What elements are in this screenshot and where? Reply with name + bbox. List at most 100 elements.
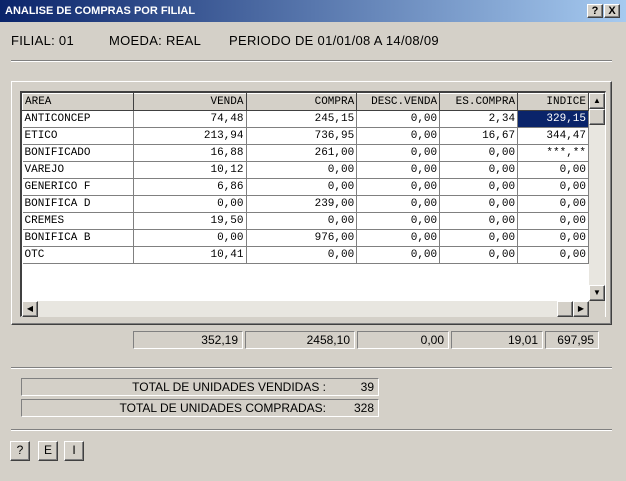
table-row[interactable]: BONIFICA D 0,00 239,00 0,00 0,00 0,00: [22, 195, 589, 213]
cell-compra[interactable]: 245,15: [246, 110, 358, 128]
units-sold-label: TOTAL DE UNIDADES VENDIDAS :: [132, 380, 326, 394]
help-button[interactable]: ?: [10, 441, 30, 461]
moeda-label: MOEDA: REAL: [109, 33, 202, 48]
table-row[interactable]: BONIFICADO 16,88 261,00 0,00 0,00 ***,**: [22, 144, 589, 162]
units-bought-row: TOTAL DE UNIDADES COMPRADAS: 328: [21, 399, 379, 417]
cell-area[interactable]: ANTICONCEP: [22, 110, 134, 128]
cell-indice[interactable]: 0,00: [517, 246, 589, 264]
cell-area[interactable]: VAREJO: [22, 161, 134, 179]
table-row[interactable]: CREMES 19,50 0,00 0,00 0,00 0,00: [22, 212, 589, 230]
horizontal-scrollbar[interactable]: ◀ ▶: [22, 301, 589, 317]
scroll-right-icon[interactable]: ▶: [573, 301, 589, 317]
cell-es-compra[interactable]: 0,00: [439, 161, 519, 179]
filial-label: FILIAL: 01: [11, 33, 74, 48]
total-venda: 352,19: [133, 331, 243, 349]
units-sold-value: 39: [360, 380, 374, 394]
cell-venda[interactable]: 10,12: [133, 161, 247, 179]
cell-desc-venda[interactable]: 0,00: [356, 110, 441, 128]
scroll-corner: [589, 301, 605, 317]
cell-venda[interactable]: 74,48: [133, 110, 247, 128]
cell-compra[interactable]: 261,00: [246, 144, 358, 162]
scroll-up-icon[interactable]: ▲: [589, 93, 605, 109]
vertical-scroll-thumb[interactable]: [589, 109, 605, 125]
col-header-venda[interactable]: VENDA: [132, 93, 247, 111]
cell-venda[interactable]: 16,88: [133, 144, 247, 162]
total-desc-venda: 0,00: [357, 331, 449, 349]
cell-indice[interactable]: 0,00: [517, 212, 589, 230]
cell-desc-venda[interactable]: 0,00: [356, 127, 441, 145]
cell-es-compra[interactable]: 0,00: [439, 229, 519, 247]
cell-venda[interactable]: 6,86: [133, 178, 247, 196]
window-title: ANALISE DE COMPRAS POR FILIAL: [5, 5, 196, 17]
col-header-compra[interactable]: COMPRA: [245, 93, 358, 111]
scroll-left-icon[interactable]: ◀: [22, 301, 38, 317]
cell-indice[interactable]: 344,47: [517, 127, 589, 145]
table-row[interactable]: GENERICO F 6,86 0,00 0,00 0,00 0,00: [22, 178, 589, 196]
cell-desc-venda[interactable]: 0,00: [356, 246, 441, 264]
col-header-es-compra[interactable]: ES.COMPRA: [439, 93, 519, 111]
cell-compra[interactable]: 736,95: [246, 127, 358, 145]
scroll-down-icon[interactable]: ▼: [589, 285, 605, 301]
cell-desc-venda[interactable]: 0,00: [356, 144, 441, 162]
table-header-row: AREA VENDA COMPRA DESC.VENDA ES.COMPRA I…: [22, 93, 589, 111]
table-row[interactable]: ETICO 213,94 736,95 0,00 16,67 344,47: [22, 127, 589, 145]
table-row[interactable]: BONIFICA B 0,00 976,00 0,00 0,00 0,00: [22, 229, 589, 247]
help-icon[interactable]: ?: [587, 4, 603, 18]
cell-es-compra[interactable]: 0,00: [439, 178, 519, 196]
cell-compra[interactable]: 0,00: [246, 246, 358, 264]
e-button[interactable]: E: [38, 441, 58, 461]
cell-es-compra[interactable]: 2,34: [439, 110, 519, 128]
close-icon[interactable]: X: [604, 4, 620, 18]
cell-area[interactable]: GENERICO F: [22, 178, 134, 196]
cell-area[interactable]: BONIFICA B: [22, 229, 134, 247]
divider: [11, 367, 612, 369]
cell-venda[interactable]: 213,94: [133, 127, 247, 145]
cell-es-compra[interactable]: 0,00: [439, 212, 519, 230]
col-header-desc-venda[interactable]: DESC.VENDA: [356, 93, 441, 111]
vertical-scrollbar[interactable]: ▲ ▼: [589, 93, 605, 301]
total-compra: 2458,10: [245, 331, 355, 349]
units-bought-label: TOTAL DE UNIDADES COMPRADAS:: [119, 401, 326, 415]
cell-indice[interactable]: 0,00: [517, 195, 589, 213]
i-button[interactable]: I: [64, 441, 84, 461]
col-header-indice[interactable]: INDICE: [517, 93, 589, 111]
cell-compra[interactable]: 239,00: [246, 195, 358, 213]
cell-desc-venda[interactable]: 0,00: [356, 178, 441, 196]
cell-area[interactable]: ETICO: [22, 127, 134, 145]
cell-indice[interactable]: 0,00: [517, 229, 589, 247]
cell-venda[interactable]: 19,50: [133, 212, 247, 230]
cell-indice-selected[interactable]: 329,15: [517, 110, 589, 128]
table-row[interactable]: VAREJO 10,12 0,00 0,00 0,00 0,00: [22, 161, 589, 179]
cell-compra[interactable]: 0,00: [246, 212, 358, 230]
cell-venda[interactable]: 10,41: [133, 246, 247, 264]
cell-indice[interactable]: 0,00: [517, 178, 589, 196]
data-grid[interactable]: AREA VENDA COMPRA DESC.VENDA ES.COMPRA I…: [22, 93, 589, 301]
cell-desc-venda[interactable]: 0,00: [356, 212, 441, 230]
cell-es-compra[interactable]: 0,00: [439, 144, 519, 162]
cell-desc-venda[interactable]: 0,00: [356, 195, 441, 213]
cell-area[interactable]: CREMES: [22, 212, 134, 230]
cell-indice[interactable]: 0,00: [517, 161, 589, 179]
table-row[interactable]: ANTICONCEP 74,48 245,15 0,00 2,34 329,15: [22, 110, 589, 128]
units-sold-row: TOTAL DE UNIDADES VENDIDAS : 39: [21, 378, 379, 396]
cell-area[interactable]: OTC: [22, 246, 134, 264]
divider: [11, 429, 612, 431]
cell-es-compra[interactable]: 0,00: [439, 195, 519, 213]
cell-compra[interactable]: 0,00: [246, 161, 358, 179]
cell-area[interactable]: BONIFICA D: [22, 195, 134, 213]
cell-area[interactable]: BONIFICADO: [22, 144, 134, 162]
cell-venda[interactable]: 0,00: [133, 195, 247, 213]
cell-desc-venda[interactable]: 0,00: [356, 161, 441, 179]
cell-indice[interactable]: ***,**: [517, 144, 589, 162]
cell-venda[interactable]: 0,00: [133, 229, 247, 247]
cell-desc-venda[interactable]: 0,00: [356, 229, 441, 247]
cell-compra[interactable]: 976,00: [246, 229, 358, 247]
col-header-area[interactable]: AREA: [22, 93, 134, 111]
cell-compra[interactable]: 0,00: [246, 178, 358, 196]
cell-es-compra[interactable]: 16,67: [439, 127, 519, 145]
area-table: AREA VENDA COMPRA DESC.VENDA ES.COMPRA I…: [22, 93, 589, 264]
units-bought-value: 328: [353, 401, 374, 415]
cell-es-compra[interactable]: 0,00: [439, 246, 519, 264]
horizontal-scroll-thumb[interactable]: [557, 301, 573, 317]
table-row[interactable]: OTC 10,41 0,00 0,00 0,00 0,00: [22, 246, 589, 264]
